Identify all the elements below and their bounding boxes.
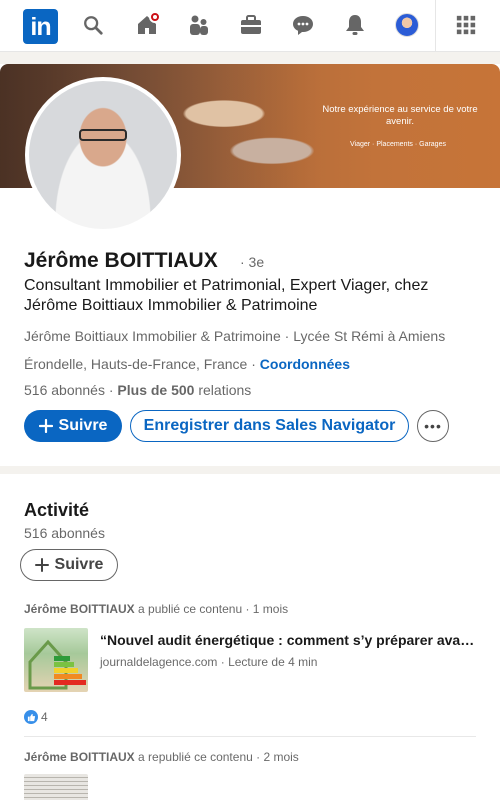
banner-services: Viager · Placements · Garages [350, 141, 446, 148]
post-title[interactable]: “Nouvel audit énergétique : comment s’y … [100, 632, 480, 648]
more-actions-button[interactable]: ••• [417, 410, 449, 442]
current-company[interactable]: Jérôme Boittiaux Immobilier & Patrimoine [24, 328, 281, 344]
post-author[interactable]: Jérôme BOITTIAUX [24, 750, 135, 764]
plus-icon [38, 419, 53, 433]
post-thumbnail[interactable] [24, 628, 88, 692]
connections-count[interactable]: Plus de 500 [117, 382, 194, 398]
connection-degree: · 3e [240, 254, 265, 270]
network-stats: 516 abonnés · Plus de 500 relations [24, 382, 251, 398]
location-line: Érondelle, Hauts-de-France, France · Coo… [24, 356, 350, 372]
post-meta: Jérôme BOITTIAUX a republié ce contenu ·… [24, 750, 299, 764]
plus-icon [34, 558, 49, 572]
top-nav: in [0, 0, 500, 52]
profile-name: Jérôme BOITTIAUX [24, 249, 218, 272]
post-action: a publié ce contenu [134, 602, 243, 616]
experience-education-line: Jérôme Boittiaux Immobilier & Patrimoine… [24, 328, 445, 344]
post-thumbnail[interactable] [24, 774, 88, 800]
profile-photo[interactable] [25, 77, 181, 233]
follow-button[interactable]: Suivre [24, 410, 122, 442]
followers-count: 516 abonnés [24, 382, 105, 398]
search-icon[interactable] [78, 10, 108, 40]
page-background [0, 52, 500, 64]
education-school[interactable]: Lycée St Rémi à Amiens [293, 328, 445, 344]
avatar [395, 13, 419, 37]
activity-follow-button[interactable]: Suivre [20, 549, 118, 581]
nav-divider [435, 0, 436, 52]
profile-headline: Consultant Immobilier et Patrimonial, Ex… [24, 277, 429, 314]
post-author[interactable]: Jérôme BOITTIAUX [24, 602, 135, 616]
linkedin-logo[interactable]: in [23, 9, 58, 44]
reactions-count: 4 [41, 710, 48, 724]
notifications-icon[interactable] [340, 10, 370, 40]
glasses-graphic [79, 129, 127, 141]
connections-suffix: relations [194, 382, 252, 398]
separator-dot: · [251, 356, 260, 372]
notification-dot [149, 11, 161, 23]
post-source: journaldelagence.com · Lecture de 4 min [100, 655, 318, 669]
post-divider [24, 736, 476, 737]
network-icon[interactable] [184, 10, 214, 40]
separator-dot: · [284, 328, 294, 344]
activity-section: Activité 516 abonnés Suivre Jérôme BOITT… [0, 474, 500, 800]
follow-button-label: Suivre [58, 417, 108, 434]
post-time: · 2 mois [252, 750, 299, 764]
banner-tagline: Notre expérience au service de votre ave… [322, 104, 478, 127]
profile-card: Notre expérience au service de votre ave… [0, 64, 500, 466]
activity-follow-label: Suivre [54, 556, 104, 573]
save-to-sales-navigator-button[interactable]: Enregistrer dans Sales Navigator [130, 410, 409, 442]
contact-info-link[interactable]: Coordonnées [260, 356, 350, 372]
post-time: · 1 mois [242, 602, 289, 616]
apps-grid-icon[interactable] [451, 10, 481, 40]
me-avatar[interactable] [392, 10, 422, 40]
house-energy-icon [28, 639, 86, 690]
home-icon[interactable] [132, 10, 162, 40]
post-action: a republié ce contenu [134, 750, 253, 764]
jobs-icon[interactable] [236, 10, 266, 40]
profile-location: Érondelle, Hauts-de-France, France [24, 356, 248, 372]
activity-followers-count: 516 abonnés [24, 525, 105, 541]
messaging-icon[interactable] [288, 10, 318, 40]
like-icon [24, 710, 38, 724]
post-reactions[interactable]: 4 [24, 710, 48, 724]
profile-photo-image [29, 81, 177, 229]
section-divider [0, 466, 500, 474]
post-meta: Jérôme BOITTIAUX a publié ce contenu · 1… [24, 602, 288, 616]
activity-title: Activité [24, 500, 90, 520]
